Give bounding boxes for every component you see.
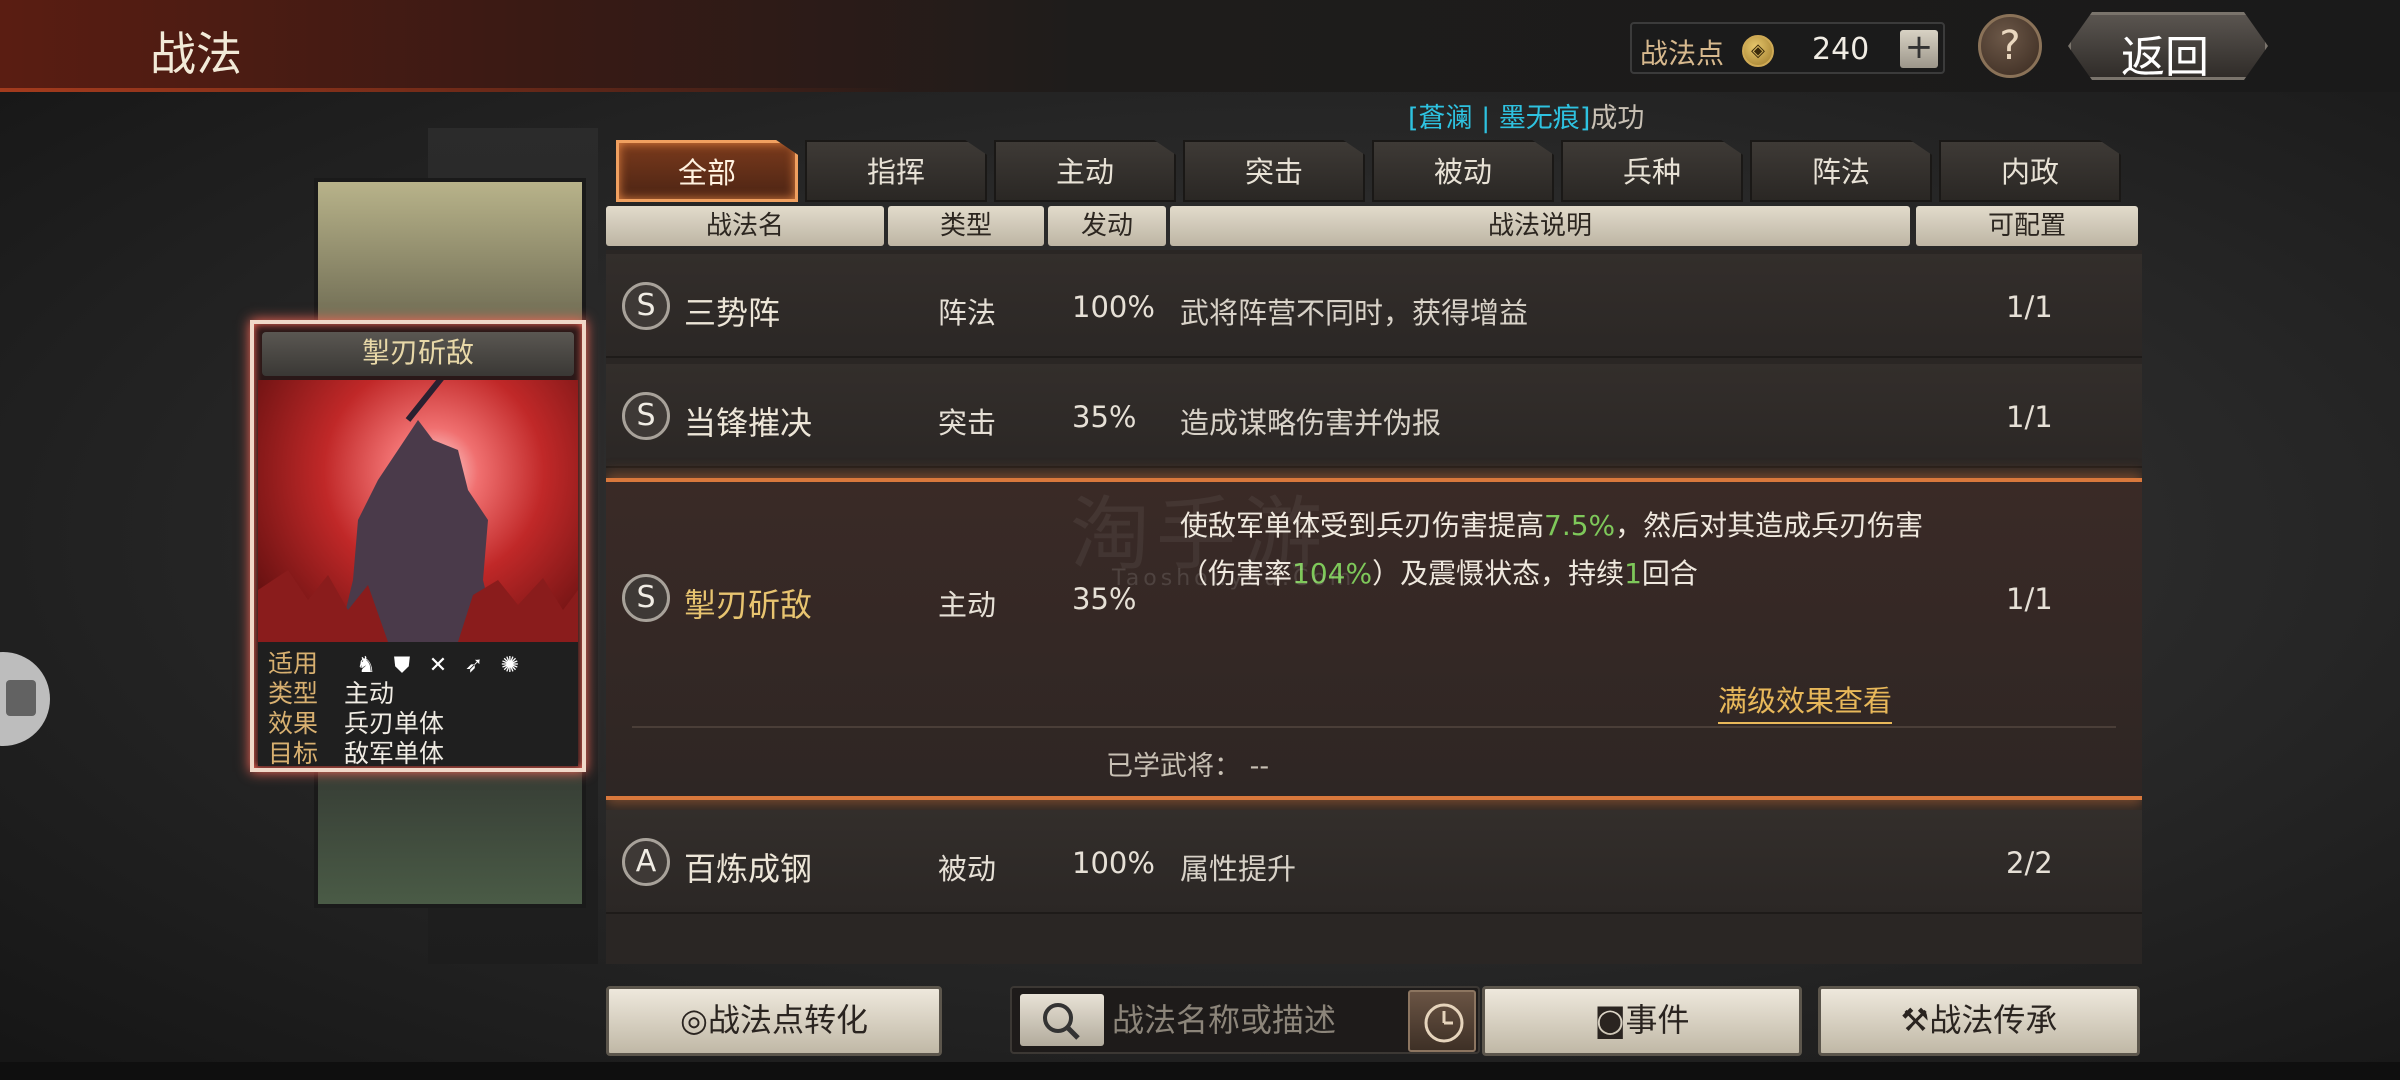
bottom-decoration bbox=[0, 1062, 2400, 1080]
help-button[interactable]: ? bbox=[1978, 14, 2042, 78]
skill-desc: 造成谋略伤害并伪报 bbox=[1180, 406, 1442, 440]
convert-points-button[interactable]: ◎战法点转化 bbox=[606, 986, 942, 1056]
skill-rate: 100% bbox=[1072, 846, 1155, 880]
back-button-label: 返回 bbox=[2121, 32, 2209, 83]
add-skill-points-button[interactable]: + bbox=[1900, 30, 1938, 68]
event-label: 事件 bbox=[1625, 1001, 1690, 1039]
desc-highlight: 7.5% bbox=[1544, 509, 1616, 542]
skill-name: 三势阵 bbox=[684, 294, 781, 332]
skill-inherit-label: 战法传承 bbox=[1929, 1001, 2058, 1039]
grade-badge: S bbox=[622, 282, 670, 330]
skill-card-art bbox=[258, 368, 578, 642]
skill-desc: 属性提升 bbox=[1180, 852, 1297, 886]
skill-qty: 1/1 bbox=[2006, 290, 2053, 324]
selected-skill-card[interactable]: 掣刃斫敌 适用 ♞ ⛊ ✕ ➶ ✺ 类型 主动 效果 兵刃单体 目标 敌军单体 bbox=[250, 320, 586, 772]
skill-name: 掣刃斫敌 bbox=[684, 586, 813, 624]
stat-target: 目标 敌军单体 bbox=[268, 734, 445, 768]
tab-command[interactable]: 指挥 bbox=[805, 140, 987, 202]
skill-points-label: 战法点 bbox=[1640, 37, 1725, 70]
grade-badge: S bbox=[622, 574, 670, 622]
skill-qty: 1/1 bbox=[2006, 400, 2053, 434]
notice-suffix: 成功 bbox=[1590, 103, 1645, 134]
tab-troop[interactable]: 兵种 bbox=[1561, 140, 1743, 202]
convert-icon: ◎ bbox=[680, 1001, 708, 1039]
skill-point-coin-icon: ◈ bbox=[1742, 35, 1774, 67]
column-header-desc: 战法说明 bbox=[1170, 206, 1910, 246]
desc-highlight: 1 bbox=[1624, 557, 1642, 590]
event-icon: ◙ bbox=[1594, 1001, 1626, 1039]
stat-effect: 效果 兵刃单体 bbox=[268, 704, 444, 738]
watermark-subtext: Taoshouyou.Com bbox=[1112, 566, 1356, 591]
column-header-name[interactable]: 战法名 bbox=[606, 206, 884, 246]
hammer-icon: ⚒ bbox=[1900, 1001, 1930, 1039]
skill-type: 被动 bbox=[938, 852, 997, 886]
notice-separator: | bbox=[1472, 103, 1499, 134]
table-row[interactable]: S 三势阵 阵法 100% 武将阵营不同时，获得增益 1/1 bbox=[606, 254, 2142, 358]
learned-generals: 已学武将： -- bbox=[1106, 751, 1270, 782]
skill-table: S 三势阵 阵法 100% 武将阵营不同时，获得增益 1/1 S 当锋摧决 突击… bbox=[606, 250, 2142, 964]
skill-type: 突击 bbox=[938, 406, 997, 440]
tab-assault[interactable]: 突击 bbox=[1183, 140, 1365, 202]
table-row[interactable]: A 百炼成钢 被动 100% 属性提升 2/2 bbox=[606, 810, 2142, 914]
side-float-button[interactable] bbox=[0, 652, 50, 746]
history-button[interactable] bbox=[1408, 990, 1476, 1052]
vehicle-icon: ✺ bbox=[500, 653, 520, 678]
tab-passive[interactable]: 被动 bbox=[1372, 140, 1554, 202]
event-button[interactable]: ◙事件 bbox=[1482, 986, 1802, 1056]
skill-card-stats: 适用 ♞ ⛊ ✕ ➶ ✺ 类型 主动 效果 兵刃单体 目标 敌军单体 bbox=[258, 642, 578, 768]
tab-all[interactable]: 全部 bbox=[616, 140, 798, 202]
skill-desc: 武将阵营不同时，获得增益 bbox=[1180, 296, 1529, 330]
box-icon bbox=[6, 680, 36, 716]
page-title: 战法 bbox=[150, 27, 242, 81]
skill-qty: 2/2 bbox=[2006, 846, 2053, 880]
skill-name: 百炼成钢 bbox=[684, 850, 813, 888]
column-header-qty[interactable]: 可配置 bbox=[1916, 206, 2138, 246]
skill-card-title: 掣刃斫敌 bbox=[262, 332, 574, 376]
clock-icon bbox=[1424, 1003, 1464, 1043]
skill-qty: 1/1 bbox=[2006, 582, 2053, 616]
table-row[interactable]: S 当锋摧决 突击 35% 造成谋略伤害并伪报 1/1 bbox=[606, 364, 2142, 468]
skill-points-box: 战法点 ◈ 240 + bbox=[1630, 22, 1945, 74]
tab-formation[interactable]: 阵法 bbox=[1750, 140, 1932, 202]
desc-part: ）及震慑状态，持续 bbox=[1372, 557, 1625, 590]
column-header-rate[interactable]: 发动 bbox=[1048, 206, 1166, 246]
notice-name1: 蒼澜 bbox=[1418, 103, 1473, 134]
notice-name2: 墨无痕 bbox=[1498, 103, 1580, 134]
skill-rate: 100% bbox=[1072, 290, 1155, 324]
skill-inherit-button[interactable]: ⚒战法传承 bbox=[1818, 986, 2140, 1056]
notice-bracket-close: ] bbox=[1579, 103, 1591, 134]
search-icon bbox=[1043, 1003, 1080, 1040]
table-row-expanded[interactable]: S 掣刃斫敌 主动 35% 使敌军单体受到兵刃伤害提高7.5%，然后对其造成兵刃… bbox=[606, 478, 2142, 800]
full-effect-link[interactable]: 满级效果查看 bbox=[1718, 678, 1893, 724]
category-tabs: 全部 指挥 主动 突击 被动 兵种 阵法 内政 bbox=[616, 140, 2124, 204]
stat-type: 类型 主动 bbox=[268, 674, 394, 708]
divider bbox=[632, 726, 2116, 728]
top-bar: 战法 战法点 ◈ 240 + ? 返回 bbox=[0, 0, 2400, 92]
notice-bracket: [ bbox=[1408, 103, 1419, 134]
skill-name: 当锋摧决 bbox=[684, 404, 813, 442]
archer-icon: ✕ bbox=[428, 653, 448, 678]
search-input[interactable] bbox=[1112, 994, 1412, 1046]
grade-badge: A bbox=[622, 838, 670, 886]
skill-rate: 35% bbox=[1072, 400, 1137, 434]
stat-target-value: 敌军单体 bbox=[344, 739, 445, 768]
skill-points-value: 240 bbox=[1812, 32, 1870, 67]
skill-type: 主动 bbox=[938, 588, 997, 622]
column-header-type[interactable]: 类型 bbox=[888, 206, 1044, 246]
convert-points-label: 战法点转化 bbox=[707, 1001, 868, 1039]
skill-type: 阵法 bbox=[938, 296, 997, 330]
stat-applicable: 适用 ♞ ⛊ ✕ ➶ ✺ bbox=[268, 644, 532, 678]
tab-internal[interactable]: 内政 bbox=[1939, 140, 2121, 202]
spear-icon: ➶ bbox=[464, 653, 484, 678]
stat-target-label: 目标 bbox=[268, 739, 319, 768]
search-button[interactable] bbox=[1020, 994, 1104, 1046]
desc-part: 回合 bbox=[1641, 557, 1698, 590]
grade-badge: S bbox=[622, 392, 670, 440]
back-button[interactable]: 返回 bbox=[2068, 12, 2268, 80]
tab-active[interactable]: 主动 bbox=[994, 140, 1176, 202]
notice-message: [蒼澜 | 墨无痕]成功 bbox=[1408, 96, 1644, 135]
warrior-silhouette-icon bbox=[258, 368, 578, 642]
